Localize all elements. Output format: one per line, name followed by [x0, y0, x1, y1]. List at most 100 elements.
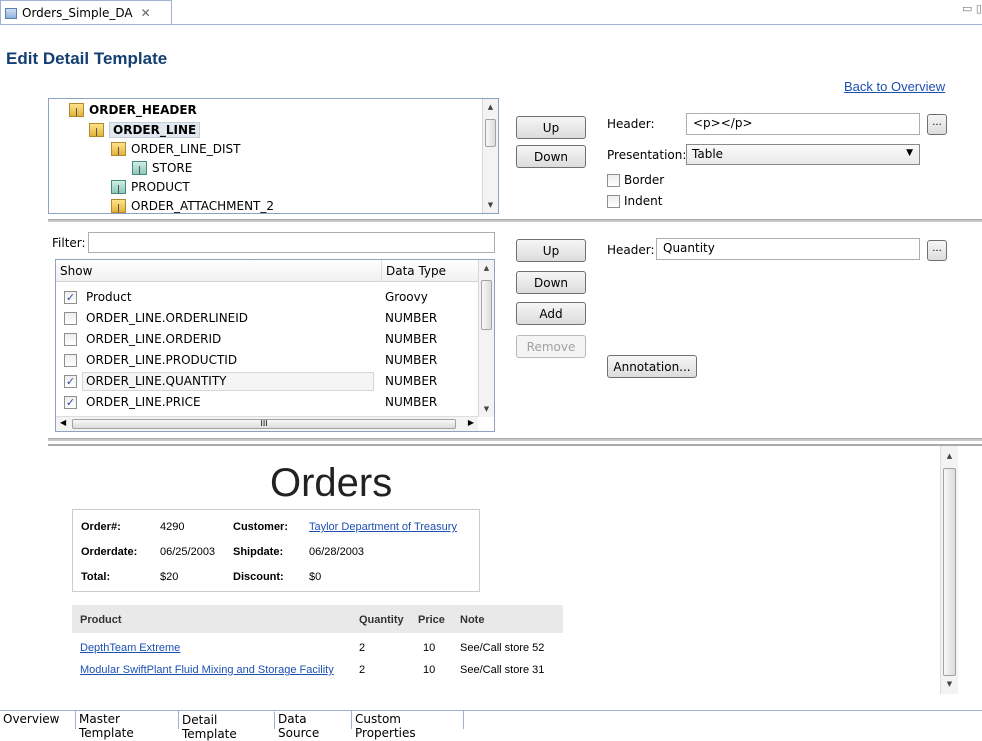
splitter[interactable] — [48, 438, 982, 441]
table-row[interactable]: ✓ Product Groovy — [56, 287, 478, 308]
scroll-down-icon[interactable]: ▼ — [479, 405, 494, 413]
scroll-right-icon[interactable]: ▶ — [468, 418, 474, 427]
total-value: $20 — [160, 571, 179, 583]
grid-vscrollbar[interactable]: ▲ ▼ — [478, 260, 494, 417]
row-name: ORDER_LINE.QUANTITY — [82, 372, 374, 391]
column-up-button[interactable]: Up — [516, 239, 586, 262]
window-controls[interactable]: ▭ ▯ — [962, 2, 982, 15]
tree-item[interactable]: ORDER_HEADER — [69, 103, 197, 117]
splitter[interactable] — [48, 219, 982, 222]
annotation-button[interactable]: Annotation... — [607, 355, 697, 378]
quantity-cell: 2 — [359, 664, 366, 676]
thumb-grip: III — [260, 419, 268, 428]
quantity-cell: 2 — [359, 642, 366, 654]
row-checkbox[interactable] — [64, 312, 77, 325]
tree-item[interactable]: PRODUCT — [111, 180, 190, 194]
column-header-label: Header: — [607, 243, 655, 257]
product-link[interactable]: Modular SwiftPlant Fluid Mixing and Stor… — [80, 664, 334, 676]
table-header — [72, 605, 563, 633]
order-info-box: Order#: 4290 Customer: Taylor Department… — [72, 509, 480, 592]
tree-down-button[interactable]: Down — [516, 145, 586, 168]
customer-link[interactable]: Taylor Department of Treasury — [309, 521, 457, 533]
table-row[interactable]: ✓ ORDER_LINE.PRICE NUMBER — [56, 392, 478, 413]
tree-item-label: ORDER_HEADER — [89, 103, 197, 117]
row-type: NUMBER — [385, 311, 438, 325]
row-name: ORDER_LINE.ORDERLINEID — [86, 311, 249, 325]
tree-item[interactable]: ORDER_ATTACHMENT_2 — [111, 199, 274, 213]
editor-tab[interactable]: Orders_Simple_DA ✕ — [0, 0, 172, 25]
table-row[interactable]: ORDER_LINE.PRODUCTID NUMBER — [56, 350, 478, 371]
shipdate-value: 06/28/2003 — [309, 546, 365, 558]
preview-scrollbar[interactable]: ▲ ▼ — [940, 446, 958, 694]
header-browse-button[interactable]: ... — [927, 114, 947, 135]
price-cell: 10 — [423, 664, 436, 676]
row-checkbox[interactable]: ✓ — [64, 396, 77, 409]
tab-custom-properties[interactable]: Custom Properties — [352, 711, 464, 740]
column-down-button[interactable]: Down — [516, 271, 586, 294]
border-label: Border — [624, 173, 665, 187]
orderdate-label: Orderdate: — [81, 546, 138, 558]
row-checkbox[interactable]: ✓ — [64, 375, 77, 388]
order-lines-table: Product Quantity Price Note DepthTeam Ex… — [72, 605, 563, 676]
page-tabs: Overview Master Template Detail Template… — [0, 710, 982, 741]
table-row[interactable]: ✓ ORDER_LINE.QUANTITY NUMBER — [56, 371, 478, 392]
add-button[interactable]: Add — [516, 302, 586, 325]
tree-item[interactable]: ORDER_LINE_DIST — [111, 142, 240, 156]
scroll-thumb[interactable] — [943, 468, 956, 676]
tab-overview[interactable]: Overview — [0, 711, 76, 729]
node-icon — [111, 180, 126, 194]
remove-button[interactable]: Remove — [516, 335, 586, 358]
close-icon[interactable]: ✕ — [141, 6, 151, 20]
columns-grid[interactable]: Show Data Type ✓ Product Groovy ORDER_LI… — [55, 259, 495, 432]
price-cell: 10 — [423, 642, 436, 654]
filter-input[interactable] — [88, 232, 495, 253]
scroll-up-icon[interactable]: ▲ — [941, 452, 958, 460]
tab-detail-template[interactable]: Detail Template — [179, 711, 275, 741]
template-tree[interactable]: ORDER_HEADER ORDER_LINE ORDER_LINE_DIST … — [48, 98, 499, 214]
presentation-select[interactable]: Table ▼ — [686, 144, 920, 165]
tree-item[interactable]: STORE — [132, 161, 192, 175]
scroll-up-icon[interactable]: ▲ — [479, 264, 494, 272]
row-type: NUMBER — [385, 332, 438, 346]
col-header-type[interactable]: Data Type — [382, 260, 478, 282]
indent-checkbox[interactable] — [607, 195, 620, 208]
filter-label: Filter: — [52, 236, 86, 250]
border-checkbox[interactable] — [607, 174, 620, 187]
row-checkbox[interactable]: ✓ — [64, 291, 77, 304]
product-link[interactable]: DepthTeam Extreme — [80, 642, 180, 654]
note-cell: See/Call store 31 — [460, 664, 545, 676]
scroll-down-icon[interactable]: ▼ — [941, 680, 958, 688]
preview-heading: Orders — [270, 461, 393, 505]
scroll-thumb[interactable] — [485, 119, 496, 147]
row-checkbox[interactable] — [64, 333, 77, 346]
scroll-left-icon[interactable]: ◀ — [60, 418, 66, 427]
scroll-up-icon[interactable]: ▲ — [483, 103, 498, 111]
header-field[interactable]: <p></p> — [686, 113, 920, 135]
scroll-thumb[interactable]: III — [72, 419, 456, 429]
table-row[interactable]: ORDER_LINE.ORDERID NUMBER — [56, 329, 478, 350]
tree-up-button[interactable]: Up — [516, 116, 586, 139]
column-header-field[interactable]: Quantity — [656, 238, 920, 260]
tree-item[interactable]: ORDER_LINE — [89, 122, 201, 138]
table-row[interactable]: ORDER_LINE.ORDERLINEID NUMBER — [56, 308, 478, 329]
col-product: Product — [80, 614, 122, 626]
tab-data-source[interactable]: Data Source — [275, 711, 352, 740]
node-icon — [89, 123, 104, 137]
col-quantity: Quantity — [359, 614, 404, 626]
row-type: Groovy — [385, 290, 428, 304]
grid-hscrollbar[interactable]: ◀ III ▶ — [56, 416, 478, 431]
note-cell: See/Call store 52 — [460, 642, 545, 654]
column-header-browse-button[interactable]: ... — [927, 240, 947, 261]
discount-label: Discount: — [233, 571, 284, 583]
scroll-thumb[interactable] — [481, 280, 492, 330]
tab-master-template[interactable]: Master Template — [76, 711, 179, 740]
tree-item-label: ORDER_LINE — [109, 122, 201, 138]
row-name: ORDER_LINE.PRICE — [86, 395, 201, 409]
presentation-label: Presentation: — [607, 148, 687, 162]
row-checkbox[interactable] — [64, 354, 77, 367]
scroll-down-icon[interactable]: ▼ — [483, 201, 498, 209]
col-price: Price — [418, 614, 445, 626]
back-to-overview-link[interactable]: Back to Overview — [844, 79, 945, 94]
col-header-show[interactable]: Show — [56, 260, 382, 282]
tree-scrollbar[interactable]: ▲ ▼ — [482, 99, 498, 213]
